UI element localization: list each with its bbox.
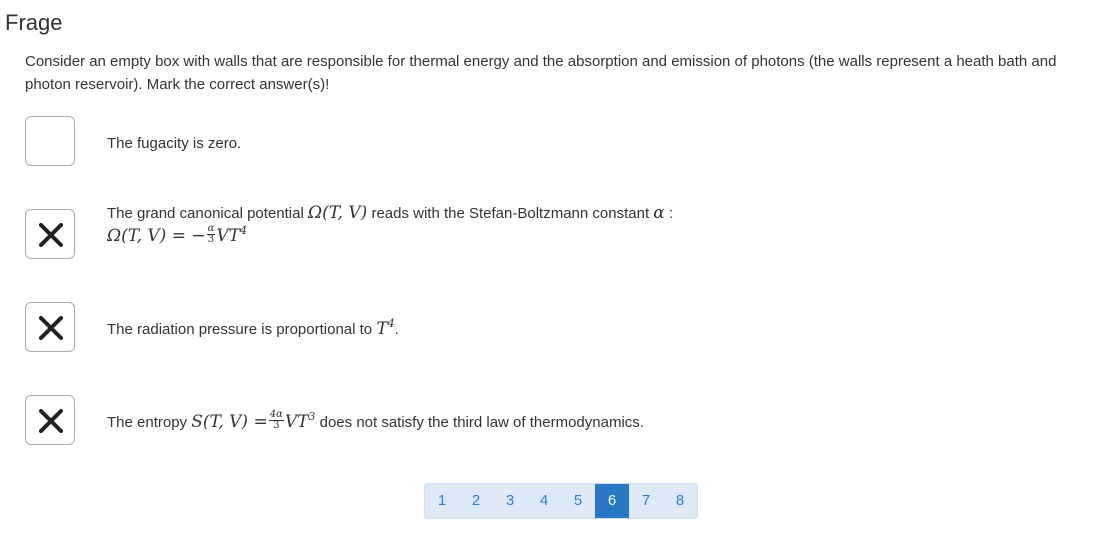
formula-rhs: VT (216, 226, 240, 246)
formula-rhs: VT (284, 412, 309, 432)
alpha-symbol: α (653, 203, 665, 223)
answer-text-3: The radiation pressure is proportional t… (107, 317, 399, 342)
answer-3-text-before: The radiation pressure is proportional t… (107, 321, 373, 338)
page-6-button[interactable]: 6 (595, 484, 629, 518)
answer-checkbox-4[interactable] (25, 395, 75, 445)
fraction-denominator: 3 (273, 420, 280, 431)
answer-4-text-before: The entropy (107, 414, 188, 431)
entropy-formula: S(T, V) = 4α 3 VT3 (191, 410, 316, 433)
omega-symbol: Ω(T, V) (307, 203, 368, 223)
answer-option-1: The fugacity is zero. (25, 116, 1105, 168)
answer-checkbox-3[interactable] (25, 302, 75, 352)
answer-text-2: The grand canonical potential Ω(T, V) re… (107, 202, 673, 225)
fraction-denominator: 3 (207, 234, 215, 245)
x-mark-icon (39, 223, 63, 247)
formula-exponent: 4 (239, 224, 247, 237)
math-base: T (376, 319, 388, 339)
page-2-button[interactable]: 2 (459, 484, 493, 518)
x-mark-icon (39, 316, 63, 340)
math-exponent: 4 (387, 317, 395, 330)
page-7-button[interactable]: 7 (629, 484, 663, 518)
page-1-button[interactable]: 1 (425, 484, 459, 518)
answer-2-text-before: The grand canonical potential (107, 205, 304, 222)
answer-checkbox-2[interactable] (25, 209, 75, 259)
grand-potential-formula: Ω(T, V) = − α 3 VT4 (107, 224, 247, 249)
temperature-symbol: T4 (376, 317, 395, 339)
x-mark-icon (39, 409, 63, 433)
answer-option-3: The radiation pressure is proportional t… (25, 302, 1105, 354)
answer-2-text-after: : (668, 205, 674, 222)
page-8-button[interactable]: 8 (663, 484, 697, 518)
answer-4-text-after: does not satisfy the third law of thermo… (319, 414, 644, 431)
formula-lhs: Ω(T, V) = − (107, 226, 206, 246)
page-title: Frage (5, 10, 63, 35)
answer-option-4: The entropy S(T, V) = 4α 3 VT3 does not sat… (25, 395, 1105, 447)
answer-text-4: The entropy S(T, V) = 4α 3 VT3 does not sat… (107, 410, 644, 435)
answer-3-text-after: . (394, 321, 399, 338)
page-5-button[interactable]: 5 (561, 484, 595, 518)
answer-checkbox-1[interactable] (25, 116, 75, 166)
fraction: α3 (206, 224, 216, 245)
formula-exponent: 3 (308, 410, 316, 423)
question-text: Consider an empty box with walls that ar… (25, 53, 1057, 93)
fraction: 4α 3 (268, 410, 284, 431)
page-3-button[interactable]: 3 (493, 484, 527, 518)
page-4-button[interactable]: 4 (527, 484, 561, 518)
question-pagination: 1 2 3 4 5 6 7 8 (424, 483, 698, 519)
answer-2-text-middle: reads with the Stefan-Boltzmann constant (371, 205, 650, 222)
answer-option-2: The grand canonical potential Ω(T, V) re… (25, 203, 1105, 261)
answer-text-1: The fugacity is zero. (107, 135, 242, 152)
formula-lhs: S(T, V) = (191, 412, 268, 432)
